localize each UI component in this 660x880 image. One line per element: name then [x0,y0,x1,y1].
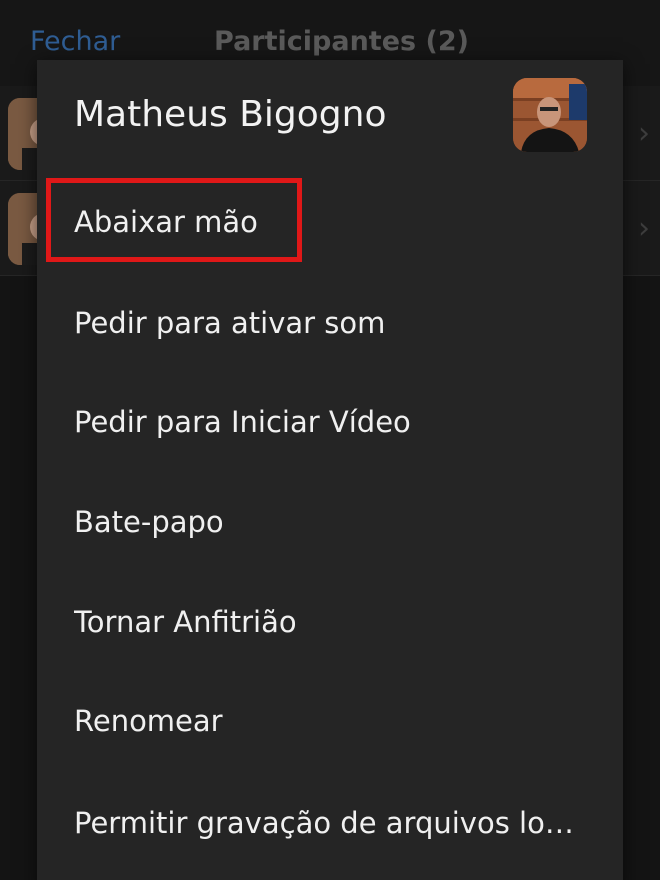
lower-hand-menu-item[interactable]: Abaixar mão [74,197,258,247]
chevron-right-icon: › [638,211,650,246]
make-host-menu-item[interactable]: Tornar Anfitrião [74,597,297,647]
ask-start-video-menu-item[interactable]: Pedir para Iniciar Vídeo [74,397,411,447]
screen: Fechar Participantes (2) › › Matheus Big… [0,0,660,880]
chat-menu-item[interactable]: Bate-papo [74,497,224,547]
participant-name: Matheus Bigogno [74,94,387,135]
chevron-right-icon: › [638,116,650,151]
close-button[interactable]: Fechar [30,26,120,57]
ask-unmute-menu-item[interactable]: Pedir para ativar som [74,298,385,348]
rename-menu-item[interactable]: Renomear [74,696,223,746]
participant-action-sheet: Matheus Bigogno Abaixar mão Pedir para a… [37,60,623,880]
avatar [513,78,587,152]
allow-local-recording-menu-item[interactable]: Permitir gravação de arquivos lo… [74,798,574,848]
participants-title: Participantes (2) [214,26,469,57]
